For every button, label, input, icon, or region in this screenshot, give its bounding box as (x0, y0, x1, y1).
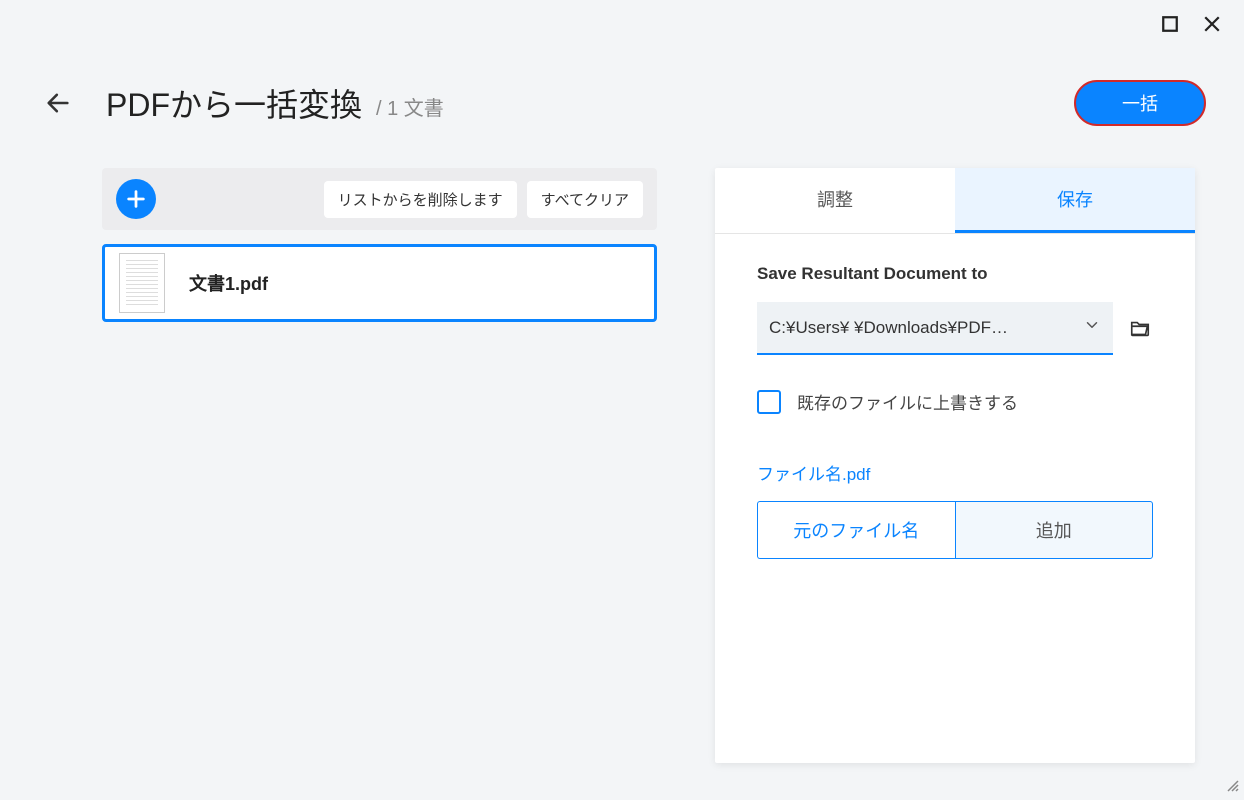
tab-adjust[interactable]: 調整 (715, 168, 955, 233)
clear-all-button[interactable]: すべてクリア (527, 181, 643, 218)
resize-grip-icon[interactable] (1226, 779, 1240, 796)
original-filename-button[interactable]: 元のファイル名 (757, 501, 955, 559)
save-destination-label: Save Resultant Document to (757, 264, 1153, 284)
filename-heading[interactable]: ファイル名.pdf (757, 460, 1153, 485)
file-thumbnail-icon (119, 253, 165, 313)
add-file-button[interactable] (116, 179, 156, 219)
maximize-button[interactable] (1160, 14, 1180, 34)
settings-tabs: 調整 保存 (715, 168, 1195, 234)
page-title: PDFから一括変換 (106, 80, 362, 126)
close-button[interactable] (1202, 14, 1222, 34)
file-list-column: リストからを削除します すべてクリア 文書1.pdf (102, 168, 657, 780)
add-suffix-button[interactable]: 追加 (955, 501, 1154, 559)
tab-save[interactable]: 保存 (955, 168, 1195, 233)
overwrite-checkbox[interactable] (757, 390, 781, 414)
browse-folder-button[interactable] (1127, 318, 1153, 340)
back-button[interactable] (38, 83, 78, 123)
header: PDFから一括変換 / 1 文書 一括 (38, 80, 1206, 126)
chevron-down-icon (1083, 316, 1101, 339)
overwrite-label: 既存のファイルに上書きする (797, 389, 1018, 414)
file-toolbar: リストからを削除します すべてクリア (102, 168, 657, 230)
file-name: 文書1.pdf (189, 270, 268, 296)
save-path-text: C:¥Users¥ ¥Downloads¥PDF… (769, 318, 1008, 338)
settings-column: 調整 保存 Save Resultant Document to C:¥User… (715, 168, 1195, 780)
remove-from-list-button[interactable]: リストからを削除します (324, 181, 517, 218)
save-path-dropdown[interactable]: C:¥Users¥ ¥Downloads¥PDF… (757, 302, 1113, 355)
file-item[interactable]: 文書1.pdf (102, 244, 657, 322)
batch-convert-button[interactable]: 一括 (1074, 80, 1206, 126)
doc-count: / 1 文書 (376, 92, 444, 121)
